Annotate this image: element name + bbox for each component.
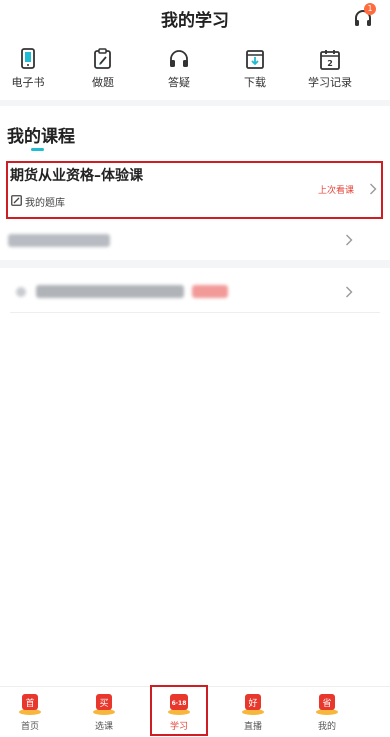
quick-label: 学习记录 [308,76,352,89]
tab-badge: 首 [25,697,34,709]
download-icon [246,50,264,69]
quick-item-ebook[interactable]: 电子书 [0,48,63,96]
profile-tab-icon: 省 [316,694,338,715]
quick-item-history[interactable]: 2 学习记录 [295,48,365,96]
redacted-dot [16,287,26,297]
chevron-right-icon [370,183,377,195]
active-tab-highlight [150,685,208,736]
quick-label: 下载 [244,76,266,89]
live-tab-icon: 好 [242,694,264,715]
question-bank-link[interactable]: 我的题库 [25,194,65,209]
tab-label: 选课 [94,722,113,732]
quick-label: 电子书 [11,76,45,89]
tab-badge: 省 [322,697,331,709]
calendar-icon: 2 [320,50,340,70]
quick-item-download[interactable]: 下载 [220,48,290,96]
last-watched-label[interactable]: 上次看课 [318,183,354,196]
section-divider [0,260,390,268]
divider [10,312,380,313]
tab-label: 首页 [20,722,39,732]
home-tab-icon: 首 [19,694,41,715]
tab-label: 直播 [243,722,262,732]
tab-profile[interactable]: 省 我的 [297,687,357,737]
redacted-tag [192,285,228,298]
quick-item-qa[interactable]: 答疑 [144,48,214,96]
chevron-right-icon [346,286,353,298]
chevron-right-icon [346,234,353,246]
page-title: 我的学习 [161,11,229,31]
tab-label: 我的 [317,722,336,732]
notification-badge: 1 [364,3,376,15]
section-underline [31,148,44,151]
question-bank-icon [11,195,22,206]
header: 我的学习 1 [0,0,390,36]
course-title: 期货从业资格–体验课 [10,168,143,184]
section-divider [0,100,390,106]
quick-item-practice[interactable]: 做题 [68,48,138,96]
tab-live[interactable]: 好 直播 [223,687,283,737]
course-card[interactable]: 期货从业资格–体验课 我的题库 上次看课 [6,161,383,219]
tab-badge: 买 [99,698,108,709]
quick-label: 做题 [92,76,114,89]
redacted-text [8,234,110,247]
tab-courses[interactable]: 买 选课 [74,687,134,737]
edit-icon [94,48,111,69]
headset-icon [170,50,188,67]
redacted-text [36,285,184,298]
quick-label: 答疑 [168,76,190,89]
quick-actions: 电子书 做题 答疑 下载 2 学习记录 [0,48,390,96]
phone-icon [21,48,35,69]
section-title: 我的课程 [7,127,75,147]
tab-home[interactable]: 首 首页 [0,687,60,737]
courses-tab-icon: 买 [93,694,115,715]
tab-badge: 好 [248,697,257,709]
calendar-day: 2 [327,59,333,68]
